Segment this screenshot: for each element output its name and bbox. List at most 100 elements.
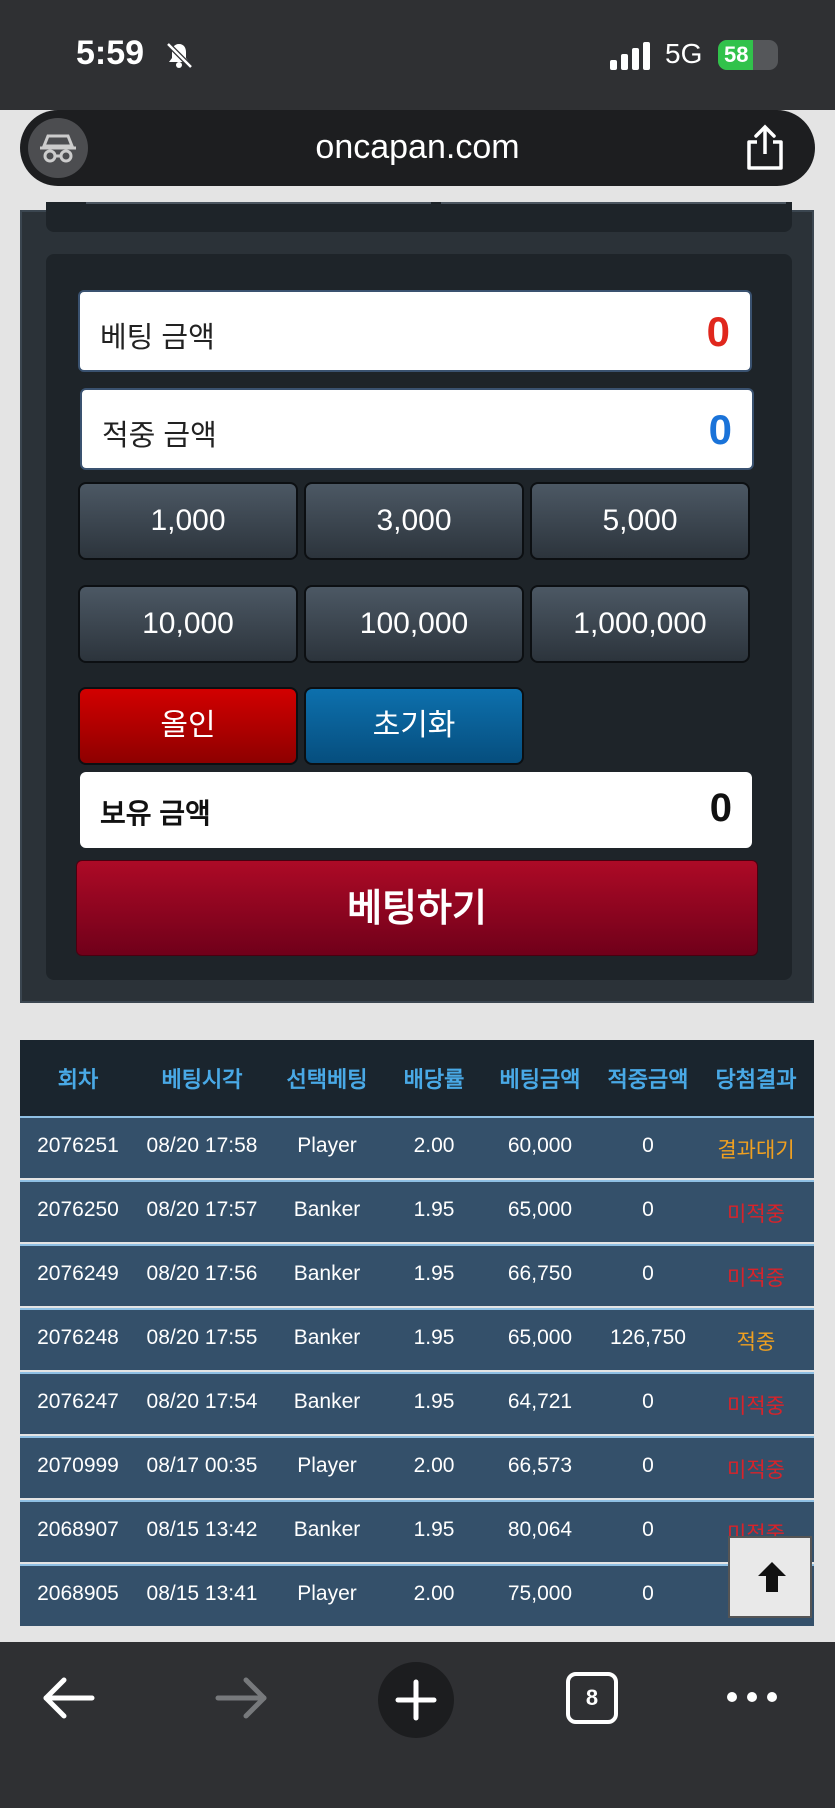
plus-icon [395,1679,437,1721]
table-row: 2076247 08/20 17:54 Banker 1.95 64,721 0 미적중 [20,1372,814,1434]
browser-toolbar: 8 [0,1642,835,1808]
cell-round: 2076251 [37,1134,119,1157]
cell-odds: 1.95 [413,1198,455,1221]
new-tab-button[interactable] [378,1662,454,1738]
cell-round: 2076249 [37,1262,119,1285]
cell-odds: 1.95 [413,1326,455,1349]
table-header: 회차 베팅시각 선택베팅 배당률 베팅금액 적중금액 당첨결과 [20,1040,814,1116]
cell-round: 2076247 [37,1390,119,1413]
table-row: 2068907 08/15 13:42 Banker 1.95 80,064 0 미적중 [20,1500,814,1562]
tabs-button[interactable]: 8 [566,1672,618,1724]
cell-bet-amount: 65,000 [507,1198,573,1221]
battery-icon: 58 [718,40,778,70]
cell-selection: Banker [293,1262,361,1285]
table-row: 2076248 08/20 17:55 Banker 1.95 65,000 126,75… [20,1308,814,1370]
cell-odds: 1.95 [413,1390,455,1413]
share-icon[interactable] [743,124,787,172]
cell-bet-amount: 80,064 [507,1518,573,1541]
cell-bet-amount: 75,000 [507,1582,573,1605]
table-row: 2076249 08/20 17:56 Banker 1.95 66,750 0 미적중 [20,1244,814,1306]
place-bet-button[interactable]: 베팅하기 [76,860,758,956]
bet-amount-field: 베팅 금액 0 [78,290,752,372]
header-win-amount: 적중금액 [607,1067,689,1092]
table-row: 2070999 08/17 00:35 Player 2.00 66,573 0 미적중 [20,1436,814,1498]
cell-result: 미적중 [727,1267,785,1290]
cell-round: 2076250 [37,1198,119,1221]
cell-odds: 2.00 [413,1582,455,1605]
cell-selection: Banker [293,1390,361,1413]
cell-odds: 2.00 [413,1134,455,1157]
win-amount-value: 0 [708,406,732,453]
scroll-to-top-button[interactable] [728,1536,812,1618]
bet-amount-value: 0 [706,308,730,355]
cell-odds: 1.95 [413,1518,455,1541]
cell-bet-amount: 60,000 [507,1134,573,1157]
battery-level: 58 [724,42,749,67]
cell-result: 적중 [736,1331,776,1354]
cell-bet-amount: 66,750 [507,1262,573,1285]
balance-field: 보유 금액 0 [80,772,752,848]
cell-selection: Player [297,1134,357,1157]
header-bet-time: 베팅시각 [161,1067,243,1092]
reset-button[interactable]: 초기화 [304,687,524,765]
cell-bet-time: 08/20 17:56 [146,1262,258,1285]
cell-bet-time: 08/20 17:54 [146,1390,258,1413]
cell-bet-time: 08/15 13:42 [146,1518,258,1541]
chip-3000-button[interactable]: 3,000 [304,482,524,560]
address-bar[interactable]: oncapan.com [20,110,815,186]
table-row: 2076250 08/20 17:57 Banker 1.95 65,000 0 미적중 [20,1180,814,1242]
status-bar: 5:59 5G 58 [0,0,835,110]
all-in-button[interactable]: 올인 [78,687,298,765]
cell-result: 결과대기 [717,1139,795,1162]
cell-bet-time: 08/20 17:55 [146,1326,258,1349]
cell-bet-time: 08/17 00:35 [146,1454,258,1477]
cell-bet-time: 08/20 17:58 [146,1134,258,1157]
cell-selection: Banker [293,1198,361,1221]
cell-result: 미적중 [727,1395,785,1418]
cell-selection: Player [297,1582,357,1605]
balance-label: 보유 금액 [100,798,211,829]
cell-round: 2070999 [37,1454,119,1477]
chip-10000-button[interactable]: 10,000 [78,585,298,663]
header-selection: 선택베팅 [286,1067,368,1092]
cell-bet-time: 08/15 13:41 [146,1582,258,1605]
network-type: 5G [665,38,703,69]
chip-5000-button[interactable]: 5,000 [530,482,750,560]
cell-win-amount: 0 [642,1518,654,1541]
previous-card [46,202,792,232]
cell-odds: 2.00 [413,1454,455,1477]
bet-history-table: 회차 베팅시각 선택베팅 배당률 베팅금액 적중금액 당첨결과 2076251 0… [20,1040,814,1640]
bell-muted-icon [166,42,193,69]
cell-win-amount: 126,750 [610,1326,686,1349]
chip-100000-button[interactable]: 100,000 [304,585,524,663]
url-text[interactable]: oncapan.com [20,128,815,167]
win-amount-label: 적중 금액 [102,420,217,452]
forward-arrow-icon[interactable] [214,1676,270,1720]
cell-win-amount: 0 [642,1134,654,1157]
back-arrow-icon[interactable] [40,1676,96,1720]
header-odds: 배당률 [403,1067,465,1092]
cell-result: 미적중 [727,1203,785,1226]
arrow-up-icon [758,1562,786,1592]
cell-odds: 1.95 [413,1262,455,1285]
header-round: 회차 [57,1067,99,1092]
cell-selection: Banker [293,1518,361,1541]
cell-win-amount: 0 [642,1390,654,1413]
chip-1000000-button[interactable]: 1,000,000 [530,585,750,663]
chip-1000-button[interactable]: 1,000 [78,482,298,560]
cell-bet-amount: 65,000 [507,1326,573,1349]
cell-result: 미적중 [727,1459,785,1482]
win-amount-field: 적중 금액 0 [80,388,754,470]
bet-amount-label: 베팅 금액 [100,322,215,354]
cell-bet-amount: 66,573 [507,1454,573,1477]
more-icon[interactable] [724,1686,780,1708]
table-row: 206890508/15 13:41Player2.0075,0000미적중 [20,1564,814,1626]
cell-selection: Player [297,1454,357,1477]
header-result: 당첨결과 [715,1067,797,1092]
balance-value: 0 [709,786,732,830]
cell-win-amount: 0 [642,1198,654,1221]
cell-bet-amount: 64,721 [507,1390,573,1413]
cell-win-amount: 0 [642,1582,654,1605]
cell-win-amount: 0 [642,1262,654,1285]
cell-round: 2068905 [37,1582,119,1605]
